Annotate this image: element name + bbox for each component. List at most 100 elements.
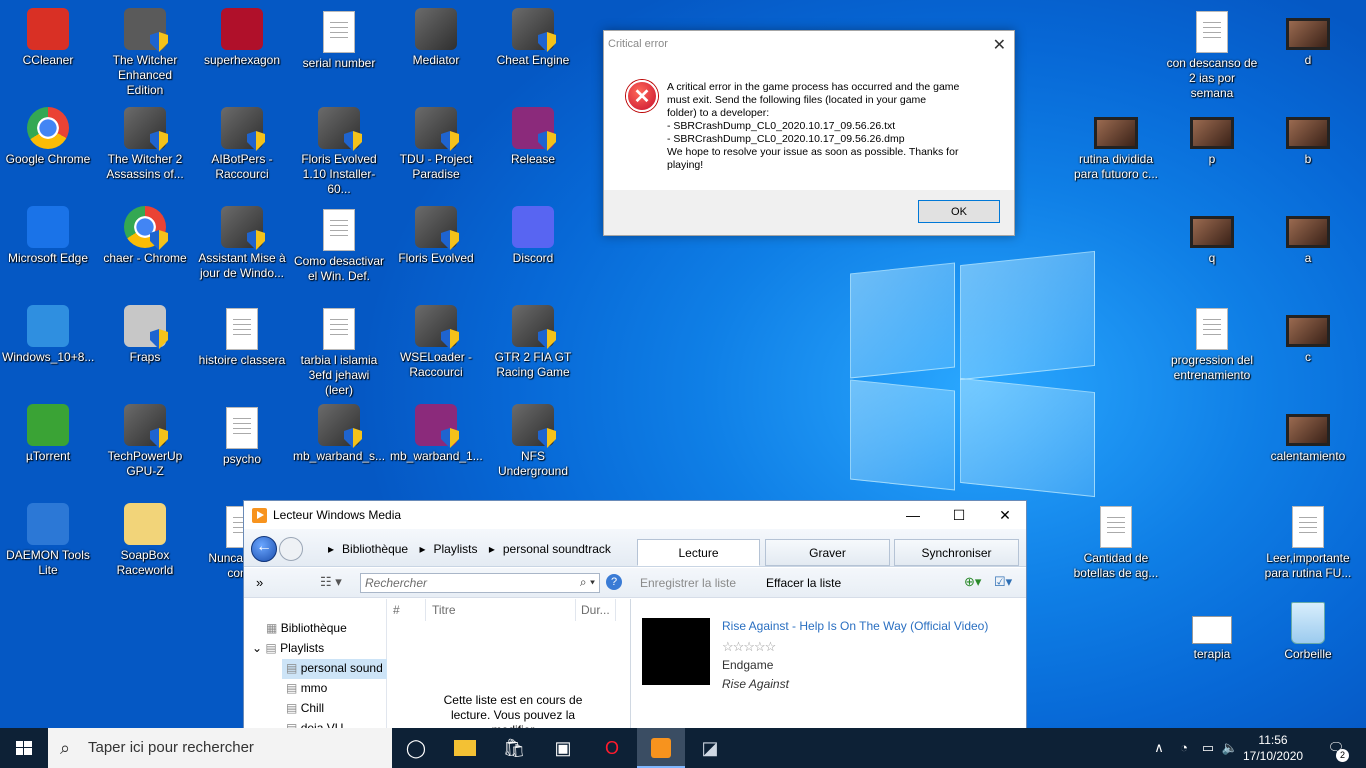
add-playlist-icon[interactable]: ⊕▾ xyxy=(964,574,981,590)
column-header-number[interactable]: # xyxy=(388,599,426,621)
search-input[interactable]: Rechercher ⌕ ▾ xyxy=(360,573,600,593)
desktop-icon[interactable]: Corbeille xyxy=(1260,602,1356,662)
desktop-icon[interactable]: rutina dividida para futuoro c... xyxy=(1068,107,1164,182)
tab-lecture[interactable]: Lecture xyxy=(637,539,760,566)
desktop-icon[interactable]: WSELoader - Raccourci xyxy=(388,305,484,380)
desktop-icon[interactable]: Cantidad de botellas de ag... xyxy=(1068,503,1164,581)
desktop-icon-label: Cantidad de botellas de ag... xyxy=(1073,551,1159,580)
column-header-title[interactable]: Titre xyxy=(426,599,576,621)
desktop-icon[interactable]: SoapBox Raceworld xyxy=(97,503,193,578)
desktop-icon[interactable]: Fraps xyxy=(97,305,193,365)
chevron-up-icon[interactable]: ∧ xyxy=(1150,728,1168,768)
tree-item-playlists[interactable]: ⌄ ▤ Playlists xyxy=(252,641,324,655)
desktop-icon[interactable]: mb_warband_1... xyxy=(388,404,484,464)
desktop-icon[interactable]: GTR 2 FIA GT Racing Game xyxy=(485,305,581,380)
desktop-icon[interactable]: psycho xyxy=(194,404,290,467)
media-player-taskbar-icon[interactable] xyxy=(637,728,685,768)
desktop-icon[interactable]: mb_warband_s... xyxy=(291,404,387,464)
tree-item-library[interactable]: ▦ Bibliothèque xyxy=(266,621,347,635)
desktop-icon[interactable]: DAEMON Tools Lite xyxy=(0,503,96,578)
desktop-icon[interactable]: The Witcher Enhanced Edition xyxy=(97,8,193,98)
start-button[interactable] xyxy=(0,728,48,768)
maximize-button[interactable]: ☐ xyxy=(936,501,982,529)
close-button[interactable]: ✕ xyxy=(982,501,1026,529)
breadcrumb-item[interactable]: Bibliothèque xyxy=(342,542,408,556)
desktop-icon[interactable]: AIBotPers - Raccourci xyxy=(194,107,290,182)
desktop-icon[interactable]: Floris Evolved xyxy=(388,206,484,266)
desktop-icon[interactable]: calentamiento xyxy=(1260,404,1356,464)
breadcrumb-item[interactable]: personal soundtrack xyxy=(503,542,611,556)
volume-icon[interactable]: 🔈 xyxy=(1220,728,1240,768)
clear-list-button[interactable]: Effacer la liste xyxy=(766,576,841,590)
save-list-button[interactable]: Enregistrer la liste xyxy=(640,576,736,590)
desktop-icon[interactable]: Como desactivar el Win. Def. xyxy=(291,206,387,284)
tree-item-playlist[interactable]: ▤ mmo xyxy=(286,681,327,695)
desktop-icon[interactable]: con descanso de 2 ias por semana xyxy=(1164,8,1260,101)
desktop-icon-label: SoapBox Raceworld xyxy=(116,548,174,577)
notification-icon[interactable]: 🗨 2 xyxy=(1322,728,1350,768)
search-icon[interactable]: ⌕ ▾ xyxy=(580,575,595,590)
store-icon[interactable]: 🛍 xyxy=(490,728,538,768)
expand-icon[interactable]: » xyxy=(256,575,263,590)
desktop-icon[interactable]: q xyxy=(1164,206,1260,266)
desktop-icon[interactable]: Assistant Mise à jour de Windo... xyxy=(194,206,290,281)
tree-item-playlist[interactable]: ▤ personal sound xyxy=(282,659,387,679)
desktop-icon[interactable]: d xyxy=(1260,8,1356,68)
desktop-icon[interactable]: Cheat Engine xyxy=(485,8,581,68)
minimize-button[interactable]: — xyxy=(890,501,936,529)
desktop-icon[interactable]: Windows_10+8... xyxy=(0,305,96,365)
desktop-icon[interactable]: The Witcher 2 Assassins of... xyxy=(97,107,193,182)
game-taskbar-icon[interactable]: ◪ xyxy=(686,728,734,768)
desktop-icon[interactable]: serial number xyxy=(291,8,387,71)
desktop-icon[interactable]: b xyxy=(1260,107,1356,167)
desktop-icon[interactable]: terapia xyxy=(1164,602,1260,662)
desktop-icon[interactable]: Release xyxy=(485,107,581,167)
track-title[interactable]: Rise Against - Help Is On The Way (Offic… xyxy=(722,619,988,633)
column-header-duration[interactable]: Dur... xyxy=(576,599,616,621)
uac-shield-icon xyxy=(441,329,459,349)
desktop-icon[interactable]: Floris Evolved 1.10 Installer-60... xyxy=(291,107,387,197)
desktop-icon-label: WSELoader - Raccourci xyxy=(399,350,473,379)
view-options-icon[interactable]: ☷ ▾ xyxy=(320,574,342,590)
opera-icon[interactable]: O xyxy=(588,728,636,768)
list-options-icon[interactable]: ☑▾ xyxy=(994,574,1012,590)
desktop-icon[interactable]: a xyxy=(1260,206,1356,266)
file-explorer-icon[interactable] xyxy=(441,728,489,768)
desktop-icon[interactable]: tarbia l islamia 3efd jehawi (leer) xyxy=(291,305,387,398)
help-icon[interactable]: ? xyxy=(606,574,622,590)
desktop-icon[interactable]: CCleaner xyxy=(0,8,96,68)
task-view-icon[interactable]: ◯ xyxy=(392,728,440,768)
desktop-icon[interactable]: Leer,importante para rutina FU... xyxy=(1260,503,1356,581)
desktop-icon[interactable]: histoire classera xyxy=(194,305,290,368)
desktop-icon[interactable]: TechPowerUp GPU-Z xyxy=(97,404,193,479)
control-panel-icon[interactable]: ▣ xyxy=(539,728,587,768)
desktop-icon[interactable]: progression del entrenamiento xyxy=(1164,305,1260,383)
tab-synchroniser[interactable]: Synchroniser xyxy=(894,539,1019,566)
desktop-icon[interactable]: Discord xyxy=(485,206,581,266)
tree-item-playlist[interactable]: ▤ Chill xyxy=(286,701,324,715)
desktop-icon[interactable]: superhexagon xyxy=(194,8,290,68)
desktop-icon[interactable]: Mediator xyxy=(388,8,484,68)
tab-graver[interactable]: Graver xyxy=(765,539,890,566)
network-icon[interactable]: ◔ xyxy=(1174,728,1194,768)
window-titlebar[interactable]: Lecteur Windows Media — ☐ ✕ xyxy=(244,501,1026,529)
desktop-icon[interactable]: µTorrent xyxy=(0,404,96,464)
clock[interactable]: 11:56 17/10/2020 xyxy=(1243,732,1303,764)
forward-button[interactable] xyxy=(279,537,303,561)
desktop-icon[interactable]: Google Chrome xyxy=(0,107,96,167)
desktop-icon[interactable]: Microsoft Edge xyxy=(0,206,96,266)
rating-stars[interactable]: ☆☆☆☆☆ xyxy=(722,639,776,655)
desktop-icon[interactable]: c xyxy=(1260,305,1356,365)
close-icon[interactable]: ✕ xyxy=(993,35,1006,55)
back-button[interactable] xyxy=(251,536,277,562)
desktop-icon[interactable]: chaer - Chrome xyxy=(97,206,193,266)
desktop-icon[interactable]: p xyxy=(1164,107,1260,167)
mediator-icon xyxy=(415,8,457,50)
taskbar-search[interactable]: ⌕ Taper ici pour rechercher xyxy=(48,728,392,768)
installer-icon xyxy=(318,107,362,151)
breadcrumb-item[interactable]: Playlists xyxy=(433,542,477,556)
ok-button[interactable]: OK xyxy=(918,200,1000,223)
desktop-icon[interactable]: TDU - Project Paradise xyxy=(388,107,484,182)
desktop-icon[interactable]: NFS Underground xyxy=(485,404,581,479)
battery-icon[interactable]: ▭ xyxy=(1197,728,1219,768)
